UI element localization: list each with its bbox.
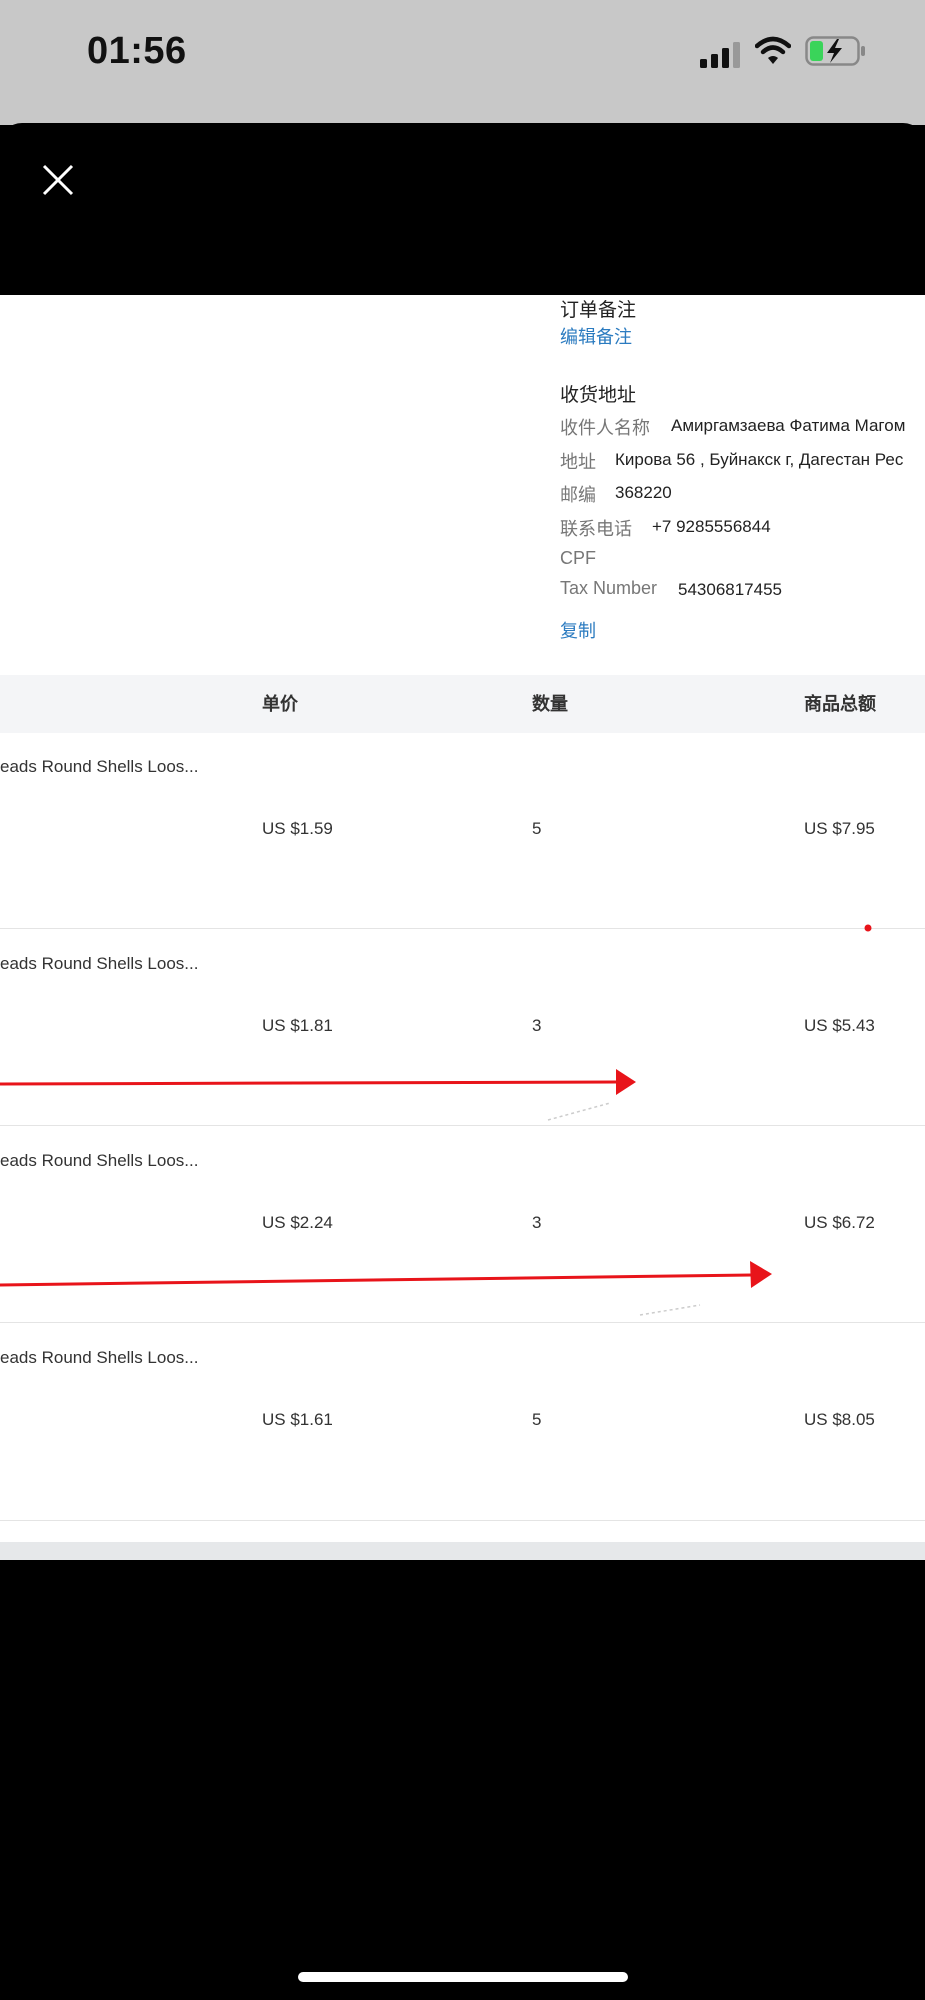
annotation-layer [0, 924, 872, 1316]
arrow-annotation [0, 1261, 772, 1288]
wifi-icon [755, 36, 791, 64]
annotation-faint-stroke [547, 1102, 611, 1121]
modal-header [0, 123, 925, 295]
order-screenshot: 订单备注 编辑备注 收货地址 收件人名称 Амиргамзаева Фатима… [0, 295, 925, 1560]
annotation-faint-stroke [639, 1304, 701, 1316]
status-bar: 01:56 [0, 0, 925, 125]
arrow-annotation [0, 1069, 636, 1095]
home-indicator[interactable] [298, 1972, 628, 1982]
close-icon[interactable] [38, 160, 78, 200]
status-time: 01:56 [87, 30, 187, 72]
annotation-dot [864, 924, 872, 932]
signal-icon [700, 42, 740, 68]
battery-charging-icon [805, 36, 865, 66]
